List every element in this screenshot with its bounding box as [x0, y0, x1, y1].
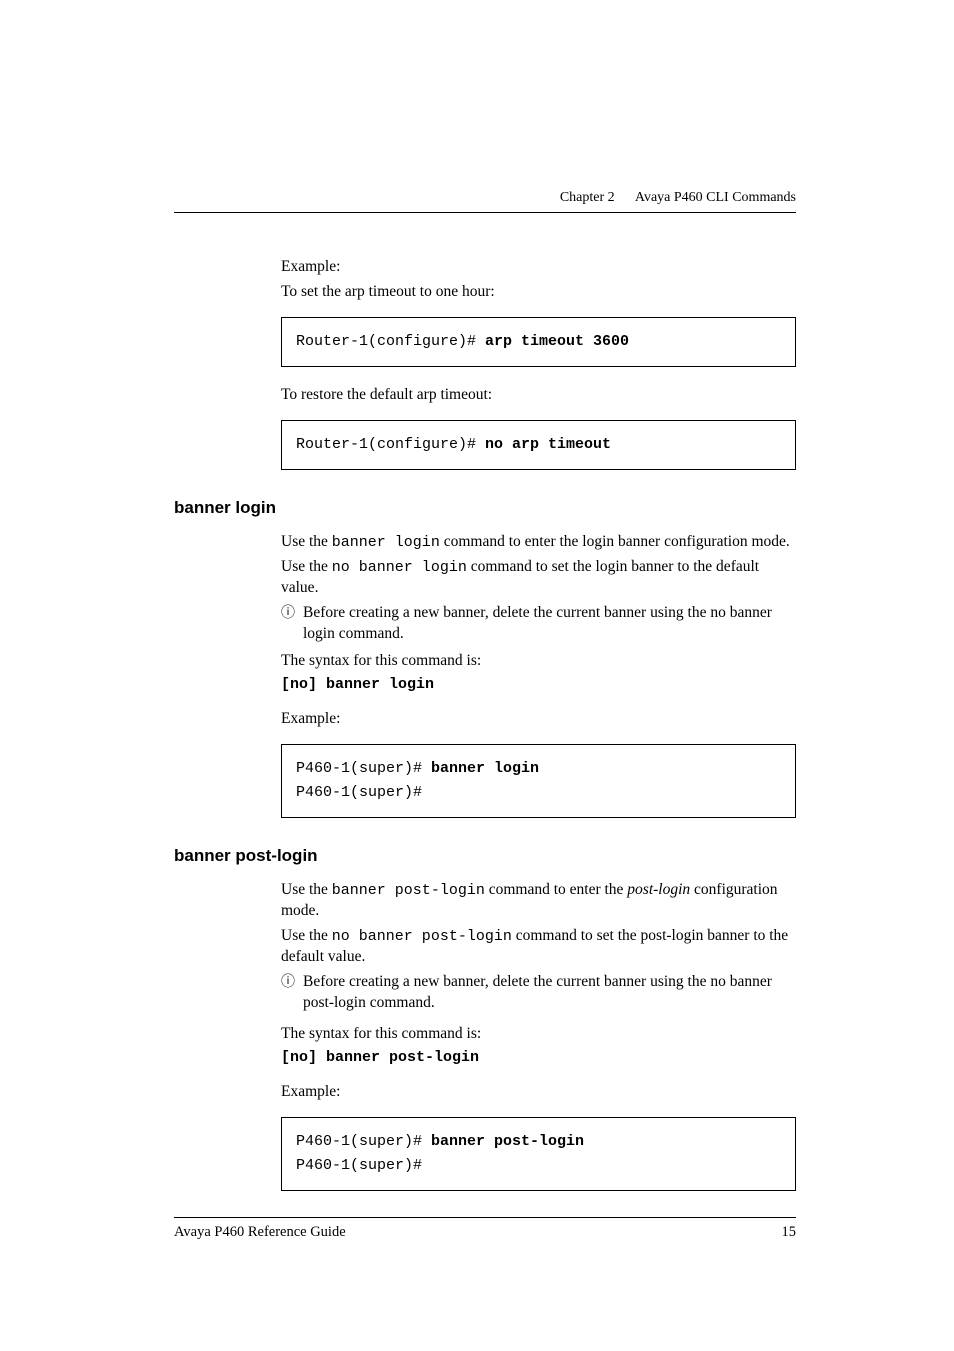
- banner-post-login-use1: Use the banner post-login command to ent…: [281, 880, 796, 922]
- code-prompt: P460-1(super)#: [296, 1133, 431, 1150]
- chapter-title: Avaya P460 CLI Commands: [635, 190, 796, 205]
- code-block-arp-set: Router-1(configure)# arp timeout 3600: [281, 317, 796, 367]
- footer-left: Avaya P460 Reference Guide: [174, 1224, 346, 1241]
- note-list: ⓘ Before creating a new banner, delete t…: [281, 972, 796, 1014]
- code-block-banner-login: P460-1(super)# banner login P460-1(super…: [281, 744, 796, 818]
- footer-row: Avaya P460 Reference Guide 15: [174, 1224, 796, 1241]
- heading-banner-post-login: banner post-login: [174, 846, 796, 866]
- code-line: P460-1(super)# banner login: [296, 757, 781, 781]
- inline-command: no banner login: [332, 559, 467, 576]
- note-item: ⓘ Before creating a new banner, delete t…: [281, 972, 796, 1014]
- banner-login-use1: Use the banner login command to enter th…: [281, 532, 796, 553]
- page-footer: Avaya P460 Reference Guide 15: [174, 1217, 796, 1241]
- note-text: Before creating a new banner, delete the…: [303, 603, 796, 645]
- arp-section: Example: To set the arp timeout to one h…: [281, 257, 796, 470]
- heading-banner-login: banner login: [174, 498, 796, 518]
- code-prompt: Router-1(configure)#: [296, 436, 485, 453]
- italic-term: post-login: [627, 881, 690, 898]
- syntax-line: [no] banner login: [281, 676, 796, 693]
- arp-example-desc: To set the arp timeout to one hour:: [281, 282, 796, 303]
- info-icon: ⓘ: [281, 603, 303, 623]
- running-header: Chapter 2 Avaya P460 CLI Commands: [174, 190, 796, 206]
- syntax-intro: The syntax for this command is:: [281, 1024, 796, 1045]
- code-prompt: Router-1(configure)#: [296, 333, 485, 350]
- inline-command: banner login: [332, 534, 440, 551]
- code-line: P460-1(super)#: [296, 781, 781, 805]
- code-block-banner-post-login: P460-1(super)# banner post-login P460-1(…: [281, 1117, 796, 1191]
- info-icon: ⓘ: [281, 972, 303, 992]
- banner-login-body: Use the banner login command to enter th…: [281, 532, 796, 818]
- note-text: Before creating a new banner, delete the…: [303, 972, 796, 1014]
- page: Chapter 2 Avaya P460 CLI Commands Exampl…: [0, 0, 954, 1351]
- arp-restore-desc: To restore the default arp timeout:: [281, 385, 796, 406]
- note-item: ⓘ Before creating a new banner, delete t…: [281, 603, 796, 645]
- code-command: banner login: [431, 760, 539, 777]
- example-label: Example:: [281, 709, 796, 730]
- code-command: banner post-login: [431, 1133, 584, 1150]
- page-number: 15: [782, 1224, 797, 1241]
- inline-command: banner post-login: [332, 882, 485, 899]
- code-line: P460-1(super)#: [296, 1154, 781, 1178]
- code-block-arp-no: Router-1(configure)# no arp timeout: [281, 420, 796, 470]
- syntax-line: [no] banner post-login: [281, 1049, 796, 1066]
- banner-post-login-use2: Use the no banner post-login command to …: [281, 926, 796, 968]
- code-line: P460-1(super)# banner post-login: [296, 1130, 781, 1154]
- example-label: Example:: [281, 1082, 796, 1103]
- note-list: ⓘ Before creating a new banner, delete t…: [281, 603, 796, 645]
- code-command: arp timeout 3600: [485, 333, 629, 350]
- code-prompt: P460-1(super)#: [296, 760, 431, 777]
- example-label: Example:: [281, 257, 796, 278]
- banner-login-use2: Use the no banner login command to set t…: [281, 557, 796, 599]
- code-command: no arp timeout: [485, 436, 611, 453]
- syntax-intro: The syntax for this command is:: [281, 651, 796, 672]
- chapter-label: Chapter 2: [560, 190, 615, 205]
- banner-post-login-body: Use the banner post-login command to ent…: [281, 880, 796, 1191]
- inline-command: no banner post-login: [332, 928, 512, 945]
- footer-rule: [174, 1217, 796, 1218]
- header-rule: [174, 212, 796, 213]
